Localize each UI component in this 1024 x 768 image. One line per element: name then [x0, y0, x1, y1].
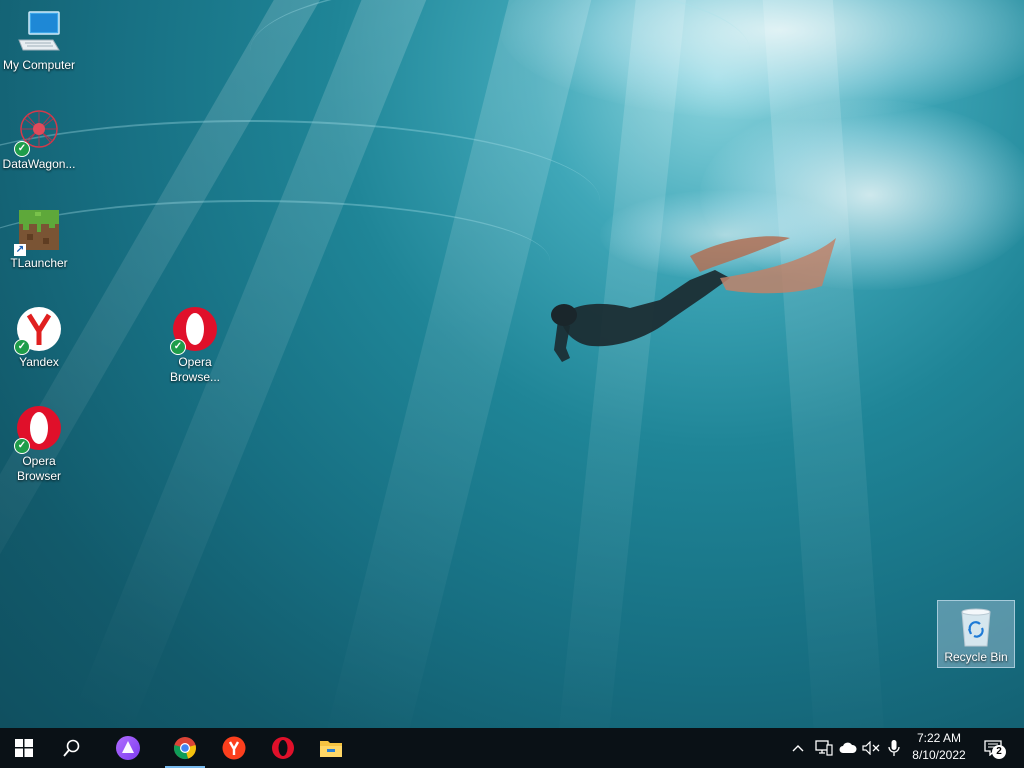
datawagon-icon: ✓	[14, 107, 63, 157]
network-icon	[815, 740, 833, 756]
action-center-button[interactable]: 2	[978, 728, 1008, 768]
icon-label: Opera Browse...	[169, 355, 220, 384]
speaker-muted-icon	[862, 741, 880, 755]
desktop-icon-tlauncher[interactable]: ↗ TLauncher	[1, 206, 77, 271]
icon-label: My Computer	[2, 58, 76, 72]
alice-assistant-button[interactable]	[104, 728, 152, 768]
alice-assistant-icon	[116, 736, 140, 760]
desktop[interactable]: My Computer ✓ DataWagon... ↗ TLauncher ✓…	[0, 0, 1024, 728]
diver-image	[551, 236, 836, 362]
microphone-icon	[888, 740, 900, 756]
desktop-icon-opera-browse[interactable]: ✓ Opera Browse...	[157, 305, 233, 385]
windows-start-icon	[15, 739, 33, 757]
recycle-bin-icon	[952, 604, 1000, 648]
icon-label: TLauncher	[10, 256, 68, 270]
sync-status-icon: ✓	[14, 339, 30, 355]
volume-button[interactable]	[860, 728, 882, 768]
sync-status-icon: ✓	[14, 438, 30, 454]
computer-icon	[15, 8, 63, 56]
desktop-icon-yandex[interactable]: ✓ Yandex	[1, 305, 77, 370]
opera-icon: ✓	[170, 305, 219, 355]
onedrive-button[interactable]	[836, 728, 860, 768]
microphone-button[interactable]	[884, 728, 904, 768]
opera-icon	[272, 737, 294, 759]
taskbar-clock[interactable]: 7:22 AM 8/10/2022	[906, 730, 972, 766]
minecraft-block-icon: ↗	[14, 206, 63, 256]
desktop-icon-my-computer[interactable]: My Computer	[1, 8, 77, 73]
shortcut-arrow-icon: ↗	[14, 244, 26, 256]
yandex-browser-icon: ✓	[14, 305, 63, 355]
taskbar: 7:22 AM 8/10/2022 2	[0, 728, 1024, 768]
file-explorer-button[interactable]	[307, 728, 355, 768]
opera-icon: ✓	[14, 404, 63, 454]
notification-count-badge: 2	[992, 745, 1006, 759]
chrome-taskbar-button[interactable]	[161, 728, 209, 768]
notification-icon: 2	[984, 740, 1006, 759]
icon-label: Opera Browser	[16, 454, 61, 483]
opera-taskbar-button[interactable]	[259, 728, 307, 768]
yandex-browser-icon	[222, 736, 246, 760]
icon-label: DataWagon...	[2, 157, 76, 171]
search-icon	[63, 739, 80, 757]
sync-status-icon: ✓	[170, 339, 186, 355]
clock-date: 8/10/2022	[912, 748, 966, 762]
desktop-icon-opera-browser[interactable]: ✓ Opera Browser	[1, 404, 77, 484]
icon-label: Yandex	[19, 355, 59, 369]
clock-time: 7:22 AM	[916, 731, 962, 745]
chevron-up-icon	[792, 745, 804, 752]
file-explorer-icon	[320, 741, 342, 757]
show-hidden-icons-button[interactable]	[788, 728, 808, 768]
sync-status-icon: ✓	[14, 141, 30, 157]
start-button[interactable]	[0, 728, 48, 768]
chrome-icon	[174, 737, 196, 759]
network-button[interactable]	[812, 728, 836, 768]
desktop-icon-recycle-bin[interactable]: Recycle Bin	[937, 600, 1015, 668]
search-button[interactable]	[48, 728, 96, 768]
desktop-icon-datawagon[interactable]: ✓ DataWagon...	[1, 107, 77, 172]
yandex-taskbar-button[interactable]	[210, 728, 258, 768]
icon-label: Recycle Bin	[944, 650, 1008, 664]
onedrive-cloud-icon	[839, 742, 857, 753]
